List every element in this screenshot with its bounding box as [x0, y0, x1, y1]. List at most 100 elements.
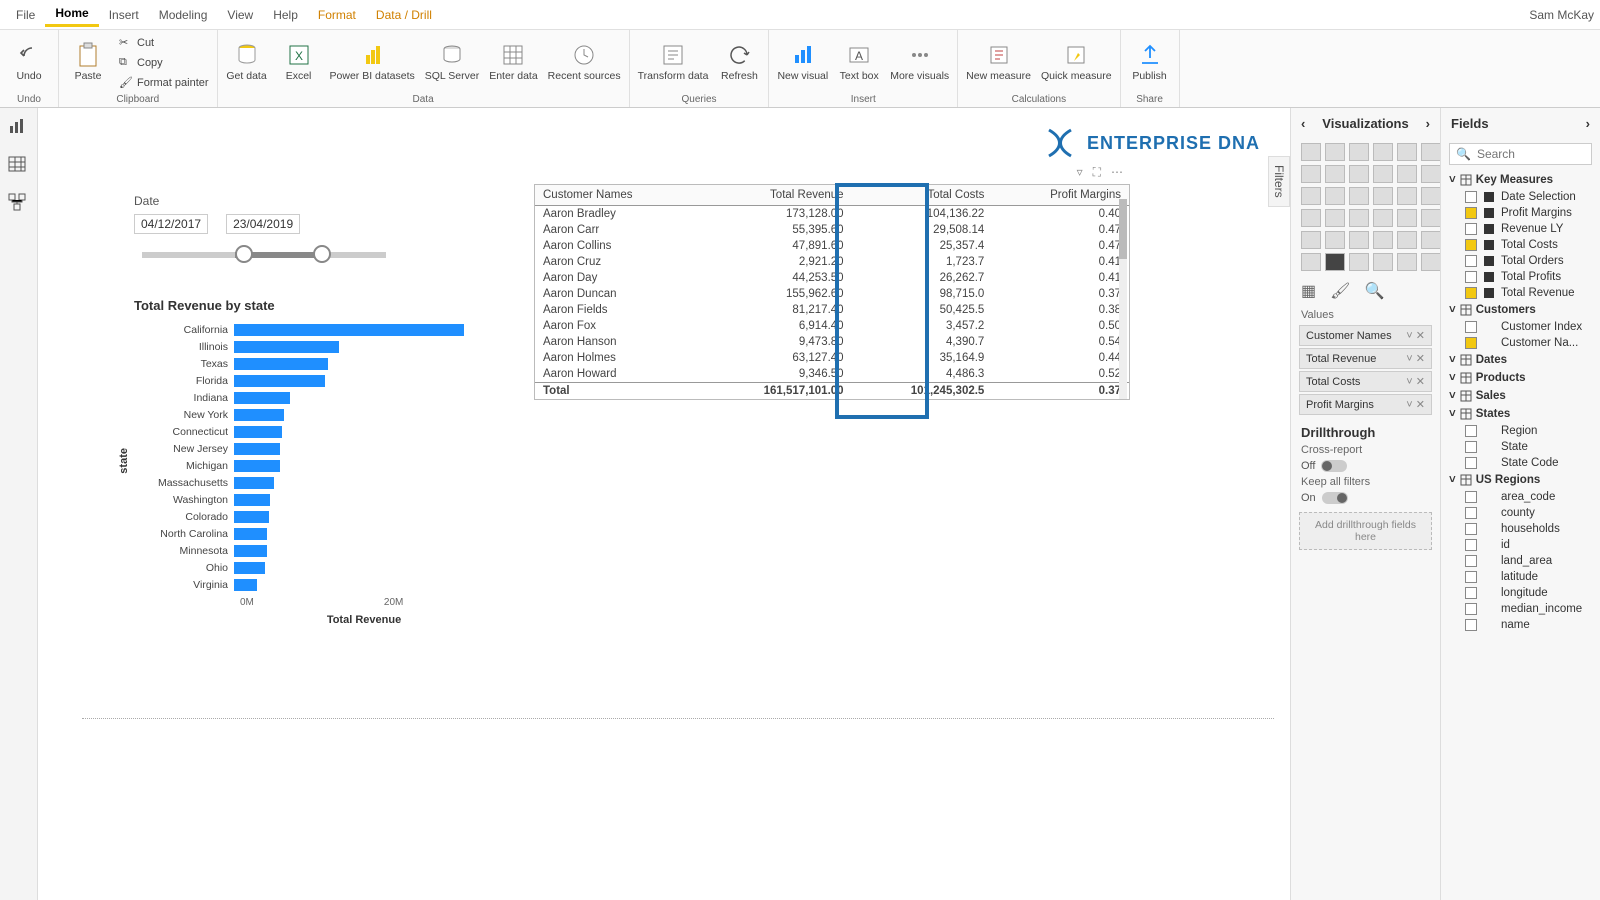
table-row[interactable]: Aaron Fields81,217.4050,425.50.38: [535, 302, 1129, 318]
slider-handle-right[interactable]: [313, 245, 331, 263]
table-row[interactable]: Aaron Duncan155,962.6098,715.00.37: [535, 286, 1129, 302]
format-painter-button[interactable]: 🖌Format painter: [119, 74, 209, 92]
fields-search[interactable]: 🔍: [1449, 143, 1592, 165]
viz-type-icon[interactable]: [1397, 187, 1417, 205]
field-table-header[interactable]: ˅Customers: [1447, 301, 1594, 319]
field-checkbox[interactable]: [1465, 571, 1477, 583]
table-row[interactable]: Aaron Fox6,914.403,457.20.50: [535, 318, 1129, 334]
report-view-icon[interactable]: [7, 116, 31, 140]
chevron-down-icon[interactable]: ˅: [1406, 353, 1412, 365]
newvisual-button[interactable]: New visual: [777, 32, 828, 92]
bar-row[interactable]: Michigan: [134, 457, 494, 474]
column-header[interactable]: Total Revenue: [701, 185, 852, 206]
field-item[interactable]: Region: [1447, 423, 1594, 439]
bar-row[interactable]: Virginia: [134, 576, 494, 593]
column-header[interactable]: Profit Margins: [992, 185, 1129, 206]
field-well[interactable]: Total Costs˅ ✕: [1299, 371, 1432, 392]
table-row[interactable]: Aaron Cruz2,921.201,723.70.41: [535, 254, 1129, 270]
viz-type-icon[interactable]: [1325, 165, 1345, 183]
viz-type-icon[interactable]: [1421, 253, 1441, 271]
report-canvas[interactable]: ENTERPRISE DNA Filters Date 04/12/2017 2…: [38, 108, 1290, 900]
field-checkbox[interactable]: [1465, 239, 1477, 251]
fields-tab-icon[interactable]: ▦: [1301, 281, 1316, 301]
field-checkbox[interactable]: [1465, 491, 1477, 503]
analytics-tab-icon[interactable]: 🔍: [1364, 281, 1384, 301]
viz-type-icon[interactable]: [1421, 231, 1441, 249]
field-item[interactable]: land_area: [1447, 553, 1594, 569]
field-item[interactable]: Total Orders: [1447, 253, 1594, 269]
tab-format[interactable]: Format: [308, 4, 366, 26]
viz-type-icon[interactable]: [1397, 209, 1417, 227]
bar-row[interactable]: New Jersey: [134, 440, 494, 457]
tab-insert[interactable]: Insert: [99, 4, 149, 26]
slider-handle-left[interactable]: [235, 245, 253, 263]
pbi-datasets-button[interactable]: Power BI datasets: [330, 32, 415, 92]
viz-type-icon[interactable]: [1421, 143, 1441, 161]
crossreport-toggle[interactable]: [1321, 460, 1347, 472]
viz-type-icon[interactable]: [1301, 165, 1321, 183]
viz-type-icon[interactable]: [1325, 209, 1345, 227]
tab-modeling[interactable]: Modeling: [149, 4, 218, 26]
field-checkbox[interactable]: [1465, 619, 1477, 631]
keepfilters-toggle[interactable]: [1322, 492, 1348, 504]
table-row[interactable]: Aaron Collins47,891.6025,357.40.47: [535, 238, 1129, 254]
field-well[interactable]: Customer Names˅ ✕: [1299, 325, 1432, 346]
field-table-header[interactable]: ˅Products: [1447, 369, 1594, 387]
table-row[interactable]: Aaron Day44,253.5026,262.70.41: [535, 270, 1129, 286]
remove-field-icon[interactable]: ✕: [1416, 376, 1425, 388]
more-options-icon[interactable]: ⋯: [1111, 165, 1123, 180]
viz-type-icon[interactable]: [1325, 143, 1345, 161]
field-item[interactable]: longitude: [1447, 585, 1594, 601]
undo-button[interactable]: Undo: [8, 32, 50, 92]
quickmeasure-button[interactable]: Quick measure: [1041, 32, 1112, 92]
viz-type-icon[interactable]: [1397, 231, 1417, 249]
field-item[interactable]: State: [1447, 439, 1594, 455]
morevisuals-button[interactable]: More visuals: [890, 32, 949, 92]
field-checkbox[interactable]: [1465, 223, 1477, 235]
viz-type-icon[interactable]: [1325, 231, 1345, 249]
newmeasure-button[interactable]: New measure: [966, 32, 1031, 92]
excel-button[interactable]: XExcel: [278, 32, 320, 92]
viz-type-icon[interactable]: [1349, 165, 1369, 183]
field-well[interactable]: Total Revenue˅ ✕: [1299, 348, 1432, 369]
field-checkbox[interactable]: [1465, 457, 1477, 469]
table-row[interactable]: Aaron Bradley173,128.00104,136.220.40: [535, 206, 1129, 223]
bar-row[interactable]: Minnesota: [134, 542, 494, 559]
bar-row[interactable]: Massachusetts: [134, 474, 494, 491]
bar-chart-visual[interactable]: Total Revenue by state state CaliforniaI…: [134, 298, 494, 626]
chevron-down-icon[interactable]: ˅: [1406, 399, 1412, 411]
column-header[interactable]: Total Costs: [852, 185, 993, 206]
textbox-button[interactable]: AText box: [838, 32, 880, 92]
enterdata-button[interactable]: Enter data: [489, 32, 537, 92]
remove-field-icon[interactable]: ✕: [1416, 330, 1425, 342]
viz-type-icon[interactable]: [1301, 143, 1321, 161]
bar-row[interactable]: California: [134, 321, 494, 338]
recent-sources-button[interactable]: Recent sources: [548, 32, 621, 92]
cut-button[interactable]: ✂Cut: [119, 34, 209, 52]
bar-row[interactable]: Texas: [134, 355, 494, 372]
data-view-icon[interactable]: [7, 154, 31, 178]
viz-type-icon[interactable]: [1349, 209, 1369, 227]
field-item[interactable]: median_income: [1447, 601, 1594, 617]
field-checkbox[interactable]: [1465, 337, 1477, 349]
field-item[interactable]: Date Selection: [1447, 189, 1594, 205]
field-item[interactable]: Customer Na...: [1447, 335, 1594, 351]
tab-file[interactable]: File: [6, 4, 45, 26]
field-checkbox[interactable]: [1465, 587, 1477, 599]
viz-type-icon[interactable]: [1325, 253, 1345, 271]
field-item[interactable]: name: [1447, 617, 1594, 633]
filters-collapsed-tab[interactable]: Filters: [1268, 156, 1290, 207]
bar-row[interactable]: Indiana: [134, 389, 494, 406]
field-item[interactable]: Total Profits: [1447, 269, 1594, 285]
expand-viz-icon[interactable]: ›: [1426, 116, 1430, 131]
viz-type-icon[interactable]: [1397, 143, 1417, 161]
model-view-icon[interactable]: [7, 192, 31, 216]
paste-button[interactable]: Paste: [67, 32, 109, 92]
field-table-header[interactable]: ˅US Regions: [1447, 471, 1594, 489]
filter-icon[interactable]: ▿: [1077, 165, 1083, 180]
viz-type-icon[interactable]: [1349, 253, 1369, 271]
table-row[interactable]: Aaron Holmes63,127.4035,164.90.44: [535, 350, 1129, 366]
field-checkbox[interactable]: [1465, 539, 1477, 551]
slicer-slider[interactable]: [142, 252, 386, 258]
field-item[interactable]: latitude: [1447, 569, 1594, 585]
